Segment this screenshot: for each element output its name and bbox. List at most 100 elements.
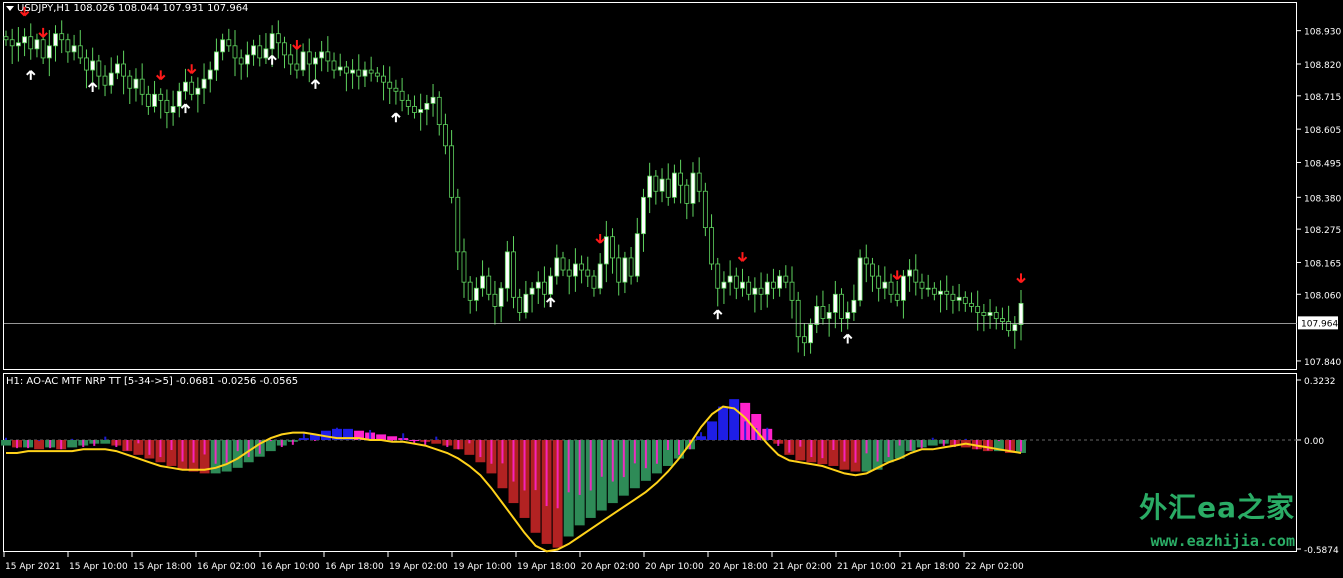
time-label: 19 Apr 18:00 [517, 562, 576, 572]
histogram-thin-bar [589, 439, 592, 491]
candle-body [350, 69, 355, 74]
price-label: 108.605 [1304, 126, 1341, 136]
candle-body [523, 293, 529, 313]
candle-body [672, 172, 677, 198]
candle-body [591, 275, 597, 289]
candle-body [207, 69, 213, 80]
histogram-thin-bar [633, 439, 636, 464]
histogram-thin-bar [788, 439, 791, 453]
histogram-bar [431, 439, 442, 444]
time-axis: 15 Apr 2021 15 Apr 10:00 15 Apr 18:00 16 Ap… [3, 552, 1024, 572]
candle-body [628, 257, 634, 277]
candle-body [857, 257, 863, 301]
candle-body [863, 257, 869, 265]
candle-body [622, 257, 628, 283]
up-arrow-icon [267, 54, 277, 65]
histogram-bar [927, 439, 938, 446]
histogram-thin-bar [887, 439, 890, 458]
histogram-thin-bar [159, 439, 162, 458]
candle-body [84, 57, 89, 71]
down-arrow-icon [38, 27, 48, 38]
histogram-bar [265, 439, 276, 452]
time-label: 21 Apr 18:00 [901, 562, 960, 572]
candle-body [610, 236, 615, 259]
candle-body [436, 96, 442, 125]
histogram-thin-bar [600, 439, 603, 477]
triangle-down-icon[interactable] [6, 5, 14, 11]
down-arrow-icon [292, 40, 302, 50]
candle-body [480, 275, 485, 289]
candle-body [214, 51, 219, 71]
histogram-thin-bar [920, 439, 923, 449]
candle-body [244, 54, 250, 65]
candle-body [634, 233, 640, 277]
up-arrow-icon [87, 82, 98, 92]
candle-body [721, 281, 727, 289]
candle-body [220, 39, 226, 53]
candle-body [647, 175, 653, 198]
time-label: 20 Apr 02:00 [581, 562, 640, 572]
candle-body [1012, 324, 1018, 332]
candle-body [418, 109, 424, 113]
candle-body [783, 275, 789, 283]
candle-body [269, 33, 275, 50]
chart-window[interactable]: 108.930 108.820 108.715 108.605 108.495 108.3… [0, 0, 1343, 578]
candle-body [28, 36, 34, 50]
histogram-thin-bar [5, 437, 7, 440]
candle-body [715, 263, 721, 289]
up-arrow-icon [26, 70, 36, 80]
histogram-thin-bar [60, 439, 63, 450]
down-arrow-icon [737, 252, 748, 262]
candle-body [919, 281, 925, 289]
histogram-thin-bar [280, 439, 283, 448]
osc-scale-label: 0.3232 [1304, 377, 1336, 387]
candle-body [659, 178, 665, 192]
down-arrow-icon [1016, 273, 1026, 284]
candle-body [851, 299, 857, 313]
histogram-thin-bar [291, 439, 294, 445]
candle-body [665, 178, 671, 198]
histogram-thin-bar [192, 439, 195, 463]
histogram-thin-bar [258, 439, 261, 454]
price-axis: 108.930 108.820 108.715 108.605 108.495 108.3… [4, 28, 1341, 368]
histogram-thin-bar [622, 439, 625, 478]
up-arrow-icon [713, 309, 723, 320]
histogram-thin-bar [479, 439, 482, 458]
histogram-thin-bar [854, 439, 857, 463]
candle-body [702, 190, 708, 229]
histogram-thin-bar [964, 438, 967, 440]
histogram-thin-bar [424, 439, 427, 445]
price-label: 108.165 [1304, 259, 1341, 269]
histogram-thin-bar [722, 423, 725, 440]
down-arrow-icon [595, 233, 605, 244]
histogram-thin-bar [236, 439, 239, 452]
histogram-thin-bar [931, 437, 934, 440]
candle-body [195, 87, 201, 95]
histogram-thin-bar [93, 439, 96, 446]
candle-body [257, 45, 263, 59]
candle-body [176, 90, 182, 107]
candle-body [993, 312, 999, 319]
candle-body [115, 63, 120, 74]
histogram-thin-bar [490, 439, 493, 464]
candle-body [71, 45, 77, 53]
candle-body [226, 39, 232, 47]
up-arrow-icon [391, 112, 401, 123]
histogram-thin-bar [501, 439, 504, 464]
main-header[interactable]: USDJPY,H1 108.026 108.044 107.931 107.96… [6, 3, 248, 14]
candle-body [845, 312, 851, 319]
histogram-thin-bar [313, 439, 316, 441]
oscillator-header: H1: AO-AC MTF NRP TT [5-34->5] -0.0681 -… [6, 376, 299, 387]
candle-body [925, 287, 931, 290]
candle-body [740, 281, 745, 289]
histogram-thin-bar [711, 432, 714, 440]
candle-body [535, 281, 541, 289]
histogram-thin-bar [644, 439, 647, 469]
time-label: 20 Apr 10:00 [645, 562, 704, 572]
histogram-thin-bar [148, 439, 151, 455]
candle-body [560, 257, 566, 271]
candle-body [492, 293, 498, 307]
candle-body [189, 81, 195, 95]
histogram-thin-bar [27, 439, 30, 449]
histogram-thin-bar [324, 438, 327, 440]
